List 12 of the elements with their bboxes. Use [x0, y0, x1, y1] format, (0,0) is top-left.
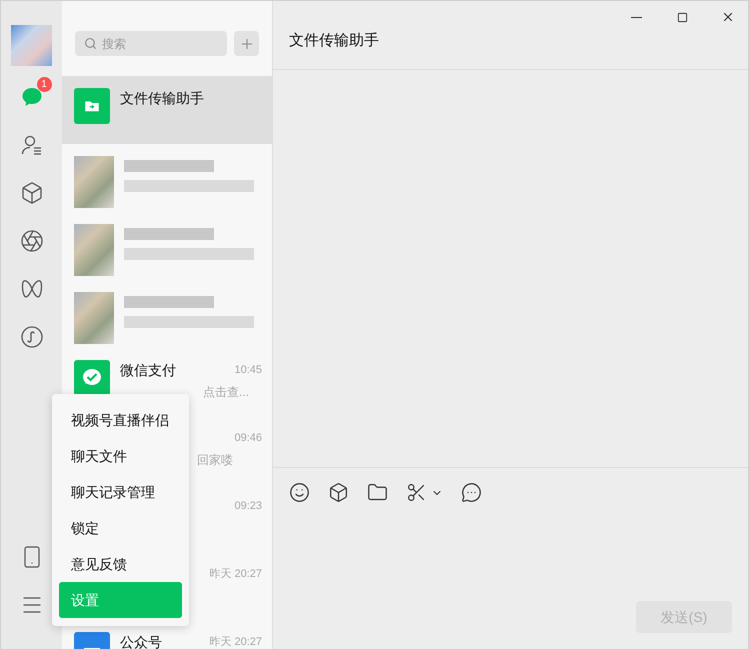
- chat-name: 微信支付: [120, 360, 176, 380]
- unread-badge: 1: [36, 77, 52, 92]
- conversation-title: 文件传输助手: [289, 30, 379, 51]
- chat-name: 文件传输助手: [120, 88, 204, 108]
- chat-name: 公众号: [120, 632, 162, 649]
- chat-time: 昨天 20:27: [209, 566, 262, 582]
- chat-preview: 点击查...: [203, 384, 250, 401]
- chat-preview: 回家喽: [197, 452, 234, 469]
- chat-time: 10:45: [234, 362, 262, 378]
- chat-time: 09:23: [234, 498, 262, 514]
- chat-time: 昨天 20:27: [209, 634, 262, 649]
- chat-time: 09:46: [234, 430, 262, 446]
